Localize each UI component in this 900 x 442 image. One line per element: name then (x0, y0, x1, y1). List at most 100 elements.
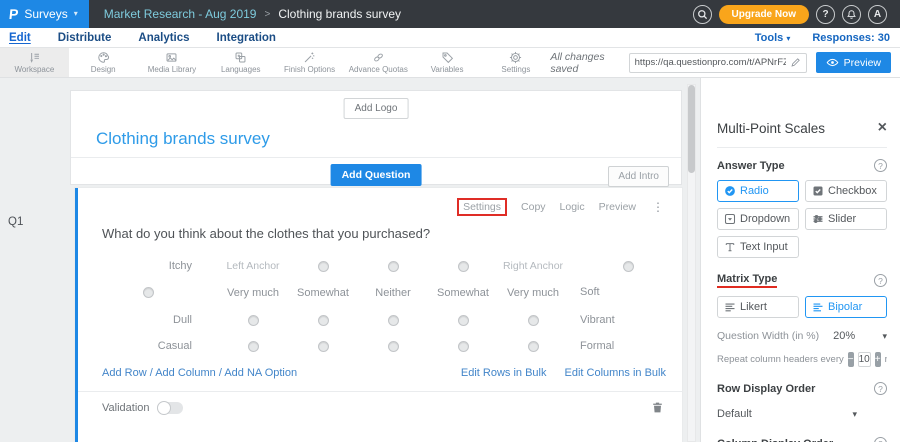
matrix-radio[interactable] (143, 287, 154, 298)
matrix-radio[interactable] (528, 315, 539, 326)
edit-columns-bulk-link[interactable]: Edit Columns in Bulk (565, 367, 667, 379)
toolbar-workspace[interactable]: Workspace (0, 48, 69, 77)
edit-rows-bulk-link[interactable]: Edit Rows in Bulk (461, 367, 547, 379)
matrix-radio[interactable] (458, 261, 469, 272)
matrix-radio[interactable] (248, 341, 259, 352)
toolbar-media-library[interactable]: Media Library (138, 48, 207, 77)
bipolar-icon (812, 301, 824, 313)
matrix-radio[interactable] (388, 341, 399, 352)
matrix-radio[interactable] (458, 341, 469, 352)
question-logic-link[interactable]: Logic (560, 201, 585, 213)
help-icon[interactable]: ? (874, 274, 887, 287)
tab-analytics[interactable]: Analytics (138, 32, 189, 44)
matrix-radio[interactable] (318, 315, 329, 326)
delete-question-icon[interactable] (651, 401, 664, 414)
answer-type-text-input[interactable]: Text Input (717, 236, 799, 258)
add-question-button[interactable]: Add Question (331, 164, 422, 186)
survey-title[interactable]: Clothing brands survey (96, 129, 270, 149)
main-nav: Edit Distribute Analytics Integration To… (0, 28, 900, 48)
validation-toggle[interactable] (157, 402, 183, 414)
validation-label: Validation (102, 402, 150, 414)
tools-menu[interactable]: Tools ▾ (755, 32, 791, 44)
matrix-radio[interactable] (528, 341, 539, 352)
add-na-option-link[interactable]: Add NA Option (224, 367, 297, 379)
chain-links-icon (372, 51, 385, 64)
tab-edit[interactable]: Edit (9, 32, 31, 44)
question-width-value[interactable]: 20% (833, 330, 855, 342)
chevron-down-icon: ▾ (852, 410, 857, 419)
image-icon (165, 51, 178, 64)
answer-type-dropdown[interactable]: Dropdown (717, 208, 799, 230)
answer-type-checkbox[interactable]: Checkbox (805, 180, 887, 202)
question-preview-link[interactable]: Preview (599, 201, 636, 213)
row-display-order-dropdown[interactable]: Default ▾ (717, 408, 857, 420)
nav-right: Tools ▾ Responses: 30 (755, 32, 900, 44)
link-separator: / (219, 367, 222, 379)
panel-header: Multi-Point Scales × (717, 120, 887, 136)
close-icon[interactable]: × (878, 120, 887, 136)
pencil-icon[interactable] (790, 57, 801, 68)
breadcrumb: Market Research - Aug 2019 > Clothing br… (104, 7, 401, 21)
preview-button[interactable]: Preview (816, 52, 891, 73)
matrix-row-label-left: Itchy (78, 253, 218, 279)
more-options-icon[interactable]: ⋮ (650, 200, 666, 214)
matrix-radio[interactable] (388, 315, 399, 326)
search-button[interactable] (693, 5, 712, 24)
notifications-button[interactable] (842, 5, 861, 24)
matrix-type-likert[interactable]: Likert (717, 296, 799, 318)
vertical-scrollbar[interactable] (687, 84, 696, 442)
question-text[interactable]: What do you think about the clothes that… (102, 226, 682, 241)
increment-button[interactable]: + (875, 352, 881, 367)
add-column-link[interactable]: Add Column (155, 367, 216, 379)
matrix-column-header: Very much (498, 279, 568, 307)
repeat-rows-input[interactable]: 10 (858, 352, 871, 367)
help-icon[interactable]: ? (874, 159, 887, 172)
question-copy-link[interactable]: Copy (521, 201, 546, 213)
toolbar-design[interactable]: Design (69, 48, 138, 77)
add-row-link[interactable]: Add Row (102, 367, 147, 379)
matrix-radio[interactable] (388, 261, 399, 272)
matrix-type-bipolar[interactable]: Bipolar (805, 296, 887, 318)
add-intro-button[interactable]: Add Intro (608, 166, 669, 187)
toolbar-languages[interactable]: Languages (206, 48, 275, 77)
chevron-down-icon[interactable]: ▾ (882, 332, 887, 341)
help-icon[interactable]: ? (874, 437, 887, 442)
add-logo-button[interactable]: Add Logo (344, 98, 409, 119)
matrix-radio[interactable] (248, 315, 259, 326)
toolbar-settings[interactable]: Settings (481, 48, 550, 77)
upgrade-now-button[interactable]: Upgrade Now (719, 5, 809, 24)
breadcrumb-separator: > (264, 9, 270, 20)
decrement-button[interactable]: − (848, 352, 854, 367)
answer-type-label: Answer Type (717, 160, 785, 172)
chevron-down-icon: ▾ (786, 34, 790, 43)
question-settings-link[interactable]: Settings (457, 198, 507, 216)
question-width-label: Question Width (in %) (717, 330, 819, 342)
matrix-radio[interactable] (318, 341, 329, 352)
answer-type-radio[interactable]: Radio (717, 180, 799, 202)
checkbox-icon (812, 185, 824, 197)
matrix-radio[interactable] (318, 261, 329, 272)
toolbar-variables[interactable]: Variables (413, 48, 482, 77)
toolbar-finish-options[interactable]: Finish Options (275, 48, 344, 77)
question-actions: Settings Copy Logic Preview ⋮ (78, 188, 682, 216)
repeat-headers-control: Repeat column headers every − 10 + rows. (717, 352, 887, 367)
help-button[interactable]: ? (816, 5, 835, 24)
survey-url-field[interactable]: https://qa.questionpro.com/t/APNrFZfQ (629, 53, 807, 73)
scrollbar-thumb[interactable] (688, 85, 695, 173)
slider-icon (812, 213, 824, 225)
account-avatar[interactable]: A (868, 5, 887, 24)
breadcrumb-parent-link[interactable]: Market Research - Aug 2019 (104, 7, 257, 21)
validation-control: Validation (102, 402, 183, 414)
matrix-radio[interactable] (458, 315, 469, 326)
matrix-radio[interactable] (623, 261, 634, 272)
help-icon[interactable]: ? (874, 382, 887, 395)
responses-link[interactable]: Responses: 30 (812, 32, 890, 44)
tab-integration[interactable]: Integration (217, 32, 276, 44)
survey-header-card: Add Logo Clothing brands survey Add Ques… (70, 90, 682, 185)
toolbar-advance-quotas[interactable]: Advance Quotas (344, 48, 413, 77)
save-status: All changes saved (550, 51, 619, 75)
surveys-menu-button[interactable]: P Surveys ▾ (0, 0, 89, 28)
tab-distribute[interactable]: Distribute (58, 32, 112, 44)
matrix-type-section: Matrix Type ? (717, 273, 887, 288)
answer-type-slider[interactable]: Slider (805, 208, 887, 230)
